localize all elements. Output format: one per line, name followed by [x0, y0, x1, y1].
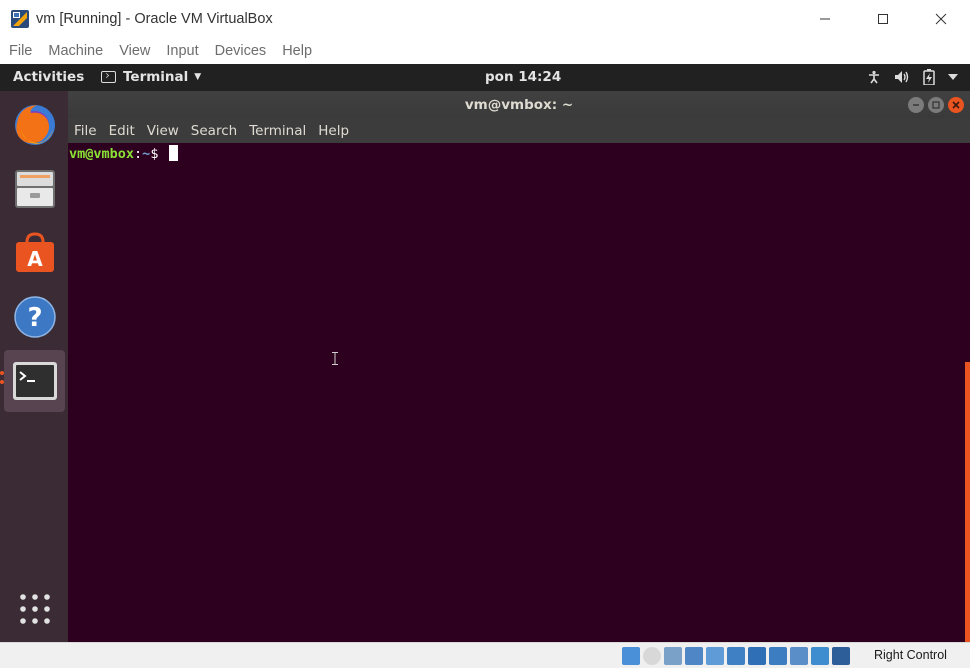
maximize-button[interactable]: [854, 0, 912, 38]
minimize-icon: [820, 18, 830, 20]
menu-machine[interactable]: Machine: [43, 43, 111, 59]
ibeam-pointer-icon: [332, 352, 338, 365]
window-edge-highlight: [965, 362, 970, 642]
app-menu-caret-icon: ▼: [194, 72, 202, 82]
dock-item-firefox[interactable]: [4, 94, 65, 156]
cpu-icon[interactable]: [790, 647, 808, 665]
maximize-icon: [932, 101, 940, 109]
files-icon: [14, 170, 55, 208]
guest-display[interactable]: Activities Terminal ▼ pon 14:24 A ? vm@v…: [0, 64, 970, 642]
terminal-output[interactable]: vm@vmbox:~$: [68, 143, 970, 642]
clock[interactable]: pon 14:24: [485, 69, 561, 85]
menu-view[interactable]: View: [114, 43, 158, 59]
menu-help[interactable]: Help: [277, 43, 320, 59]
vbox-titlebar: vm [Running] - Oracle VM VirtualBox: [0, 0, 970, 38]
terminal-title: vm@vmbox: ~: [464, 96, 574, 113]
help-icon: ?: [13, 296, 56, 338]
terminal-menu-terminal[interactable]: Terminal: [249, 123, 306, 139]
menu-input[interactable]: Input: [161, 43, 206, 59]
close-icon: [952, 101, 960, 109]
close-icon: [935, 13, 947, 25]
terminal-menu-view[interactable]: View: [147, 123, 179, 139]
software-icon: A: [15, 232, 54, 272]
terminal-menu-file[interactable]: File: [74, 123, 97, 139]
running-indicator: [0, 371, 4, 375]
terminal-minimize-button[interactable]: [908, 97, 924, 113]
terminal-maximize-button[interactable]: [928, 97, 944, 113]
system-menu-caret-icon: [948, 74, 958, 80]
app-menu[interactable]: Terminal ▼: [101, 69, 201, 85]
prompt-separator: :: [134, 146, 143, 162]
terminal-window[interactable]: vm@vmbox: ~ File Edit View Search Termin…: [68, 91, 970, 642]
battery-icon: [923, 69, 935, 85]
show-applications-icon: [19, 594, 50, 624]
close-button[interactable]: [912, 0, 970, 38]
audio-icon[interactable]: [664, 647, 682, 665]
dock-item-files[interactable]: [4, 158, 65, 220]
host-key-label: Right Control: [874, 648, 947, 662]
show-applications-button[interactable]: [4, 578, 65, 640]
optical-drive-icon[interactable]: [643, 647, 661, 665]
menu-file[interactable]: File: [4, 43, 40, 59]
keyboard-capture-icon[interactable]: [832, 647, 850, 665]
hard-disk-icon[interactable]: [622, 647, 640, 665]
minimize-icon: [913, 104, 919, 106]
volume-icon: [895, 71, 909, 83]
app-menu-label: Terminal: [123, 69, 189, 85]
video-capture-icon[interactable]: [769, 647, 787, 665]
shared-folders-icon[interactable]: [727, 647, 745, 665]
firefox-icon: [14, 105, 55, 145]
prompt-symbol: $: [150, 146, 167, 162]
svg-text:?: ?: [27, 303, 42, 333]
minimize-button[interactable]: [796, 0, 854, 38]
display-icon[interactable]: [748, 647, 766, 665]
menu-devices[interactable]: Devices: [210, 43, 275, 59]
vbox-statusbar: Right Control: [0, 642, 970, 668]
terminal-menubar: File Edit View Search Terminal Help: [68, 118, 970, 143]
text-cursor: [168, 145, 178, 161]
prompt-line: vm@vmbox:~$: [69, 145, 178, 162]
dock-item-software[interactable]: A: [4, 222, 65, 284]
terminal-titlebar[interactable]: vm@vmbox: ~: [68, 91, 970, 118]
virtualbox-app-icon: [11, 10, 29, 28]
terminal-close-button[interactable]: [948, 97, 964, 113]
system-tray[interactable]: [867, 69, 958, 85]
terminal-app-icon: [101, 71, 116, 83]
mouse-integration-icon[interactable]: [811, 647, 829, 665]
maximize-icon: [878, 14, 888, 24]
dock: A ?: [0, 91, 68, 642]
window-title: vm [Running] - Oracle VM VirtualBox: [36, 11, 273, 27]
svg-text:A: A: [27, 247, 43, 271]
activities-button[interactable]: Activities: [13, 69, 84, 85]
network-icon[interactable]: [685, 647, 703, 665]
terminal-menu-search[interactable]: Search: [191, 123, 237, 139]
terminal-menu-edit[interactable]: Edit: [109, 123, 135, 139]
running-indicator: [0, 380, 4, 384]
accessibility-icon: [869, 70, 879, 84]
window-controls: [796, 0, 970, 38]
status-icons: [622, 647, 850, 665]
gnome-topbar: Activities Terminal ▼ pon 14:24: [0, 64, 970, 91]
prompt-user: vm@vmbox: [69, 146, 135, 162]
vbox-menubar: File Machine View Input Devices Help: [0, 38, 970, 64]
dock-item-help[interactable]: ?: [4, 286, 65, 348]
usb-icon[interactable]: [706, 647, 724, 665]
dock-item-terminal[interactable]: [4, 350, 65, 412]
terminal-icon: [12, 362, 57, 400]
terminal-menu-help[interactable]: Help: [318, 123, 349, 139]
